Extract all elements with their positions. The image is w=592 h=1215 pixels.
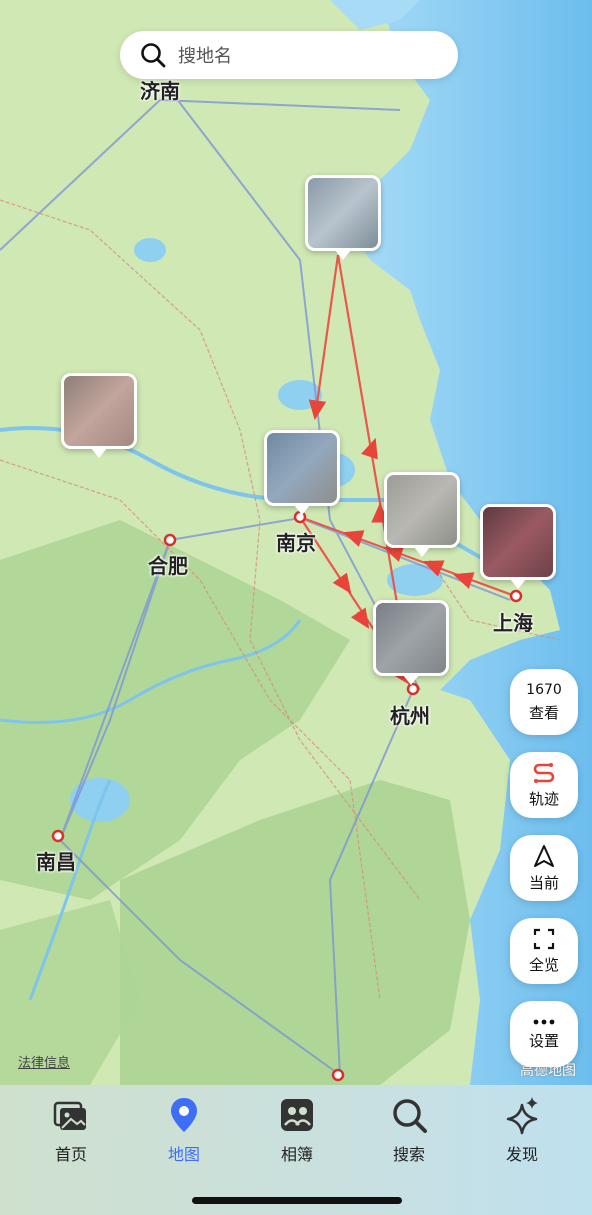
legal-info-link[interactable]: 法律信息 — [18, 1052, 70, 1071]
photos-icon — [53, 1101, 86, 1130]
track-label: 轨迹 — [528, 789, 559, 808]
photo-marker[interactable] — [264, 430, 340, 515]
photo-marker[interactable] — [373, 600, 449, 685]
tab-map-label: 地图 — [167, 1145, 200, 1164]
album-icon — [281, 1099, 313, 1131]
view-label: 查看 — [528, 703, 559, 722]
search-icon — [393, 1099, 427, 1133]
overview-label: 全览 — [528, 955, 559, 974]
tab-bar: 首页 地图 相簿 搜索 发现 — [0, 1085, 592, 1215]
fullscreen-icon — [533, 928, 555, 949]
tab-album-label: 相簿 — [280, 1145, 313, 1164]
city-label-nanchang: 南昌 — [36, 850, 76, 874]
city-label-nanjing: 南京 — [276, 531, 316, 555]
photo-marker[interactable] — [384, 472, 460, 557]
settings-label: 设置 — [528, 1031, 559, 1050]
tab-home-label: 首页 — [54, 1145, 87, 1164]
track-button[interactable]: 轨迹 — [510, 752, 578, 818]
city-label-shanghai: 上海 — [493, 611, 533, 635]
photo-marker[interactable] — [61, 373, 137, 458]
view-photos-button[interactable]: 1670 查看 — [510, 669, 578, 735]
home-indicator — [192, 1197, 402, 1204]
city-label-hangzhou: 杭州 — [390, 704, 430, 728]
map-view[interactable]: 济南 合肥 南京 上海 杭州 南昌 法律信息 高德地图 — [0, 0, 592, 1085]
tab-map[interactable]: 地图 — [144, 1095, 224, 1165]
tab-home[interactable]: 首页 — [31, 1095, 111, 1165]
settings-button[interactable]: 设置 — [510, 1001, 578, 1067]
current-location-button[interactable]: 当前 — [510, 835, 578, 901]
city-label-hefei: 合肥 — [148, 554, 188, 578]
search-placeholder: 搜地名 — [178, 46, 232, 67]
search-icon — [141, 43, 166, 68]
sparkle-icon — [506, 1097, 538, 1135]
route-icon — [533, 762, 555, 783]
photo-marker[interactable] — [305, 175, 381, 260]
tab-discover-label: 发现 — [505, 1145, 538, 1164]
tab-discover[interactable]: 发现 — [482, 1095, 562, 1165]
current-label: 当前 — [528, 873, 559, 892]
search-bar[interactable]: 搜地名 — [120, 31, 458, 79]
map-pin-icon — [171, 1098, 197, 1132]
overview-button[interactable]: 全览 — [510, 918, 578, 984]
tab-search-label: 搜索 — [392, 1145, 425, 1164]
navigation-arrow-icon — [534, 844, 554, 867]
city-label-jinan: 济南 — [140, 79, 180, 103]
tab-album[interactable]: 相簿 — [257, 1095, 337, 1165]
photo-count: 1670 — [526, 681, 562, 698]
tab-search[interactable]: 搜索 — [369, 1095, 449, 1165]
photo-marker[interactable] — [480, 504, 556, 589]
more-icon — [533, 1019, 555, 1024]
